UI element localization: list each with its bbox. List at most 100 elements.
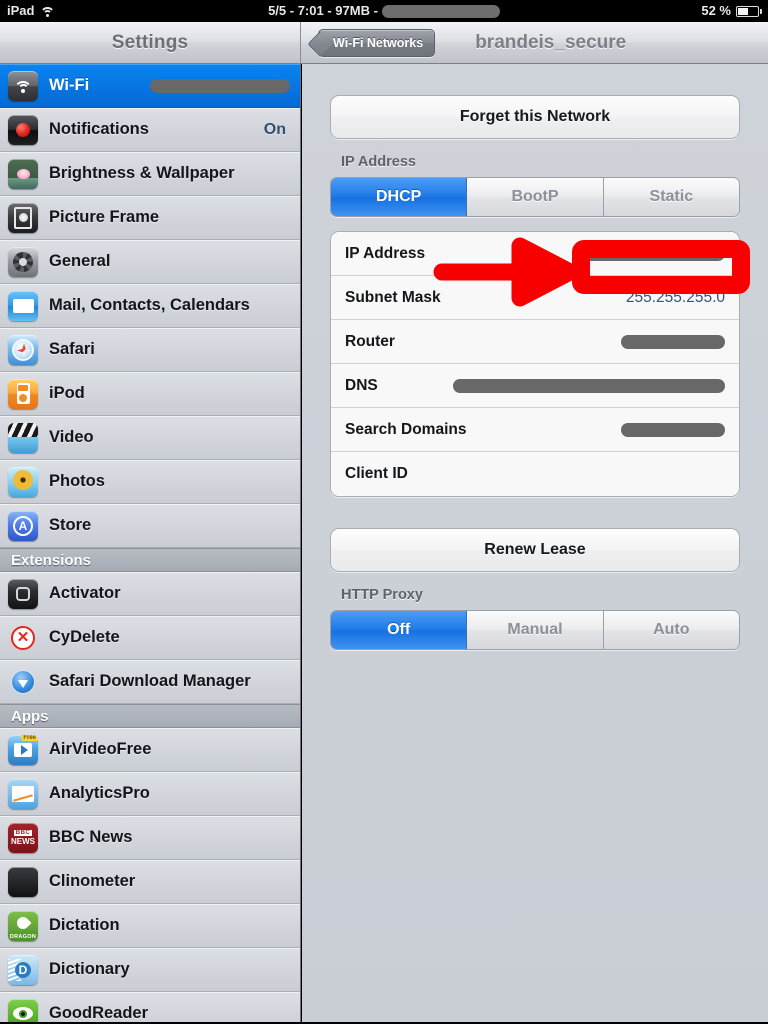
battery-percent-label: 52 % [701,3,731,18]
sidebar-item-store[interactable]: A Store [0,504,300,548]
sidebar-item-value-redaction [150,78,290,93]
ipad-settings-screen: iPad 5/5 - 7:01 - 97MB - 52 % Settings W… [0,0,768,1024]
sidebar-item-label: Dictionary [49,960,130,978]
forget-this-network-button[interactable]: Forget this Network [330,95,740,139]
sidebar-item-goodreader[interactable]: GoodReader [0,992,300,1024]
search-domains-label: Search Domains [345,420,467,438]
table-row-router[interactable]: Router [331,320,739,364]
sidebar-item-clinometer[interactable]: Clinometer [0,860,300,904]
sidebar-item-safari[interactable]: Safari [0,328,300,372]
general-gear-icon [8,246,38,277]
segment-label: DHCP [375,188,422,205]
settings-sidebar[interactable]: Wi-Fi Notifications On Brightness & Wallpap… [0,64,301,1024]
goodreader-icon [8,998,38,1024]
ipod-icon [8,378,38,409]
table-row-ip-address[interactable]: IP Address [331,232,739,276]
sidebar-item-dictation[interactable]: DRAGON Dictation [0,904,300,948]
sidebar-item-label: AnalyticsPro [49,784,150,802]
sidebar-item-notifications[interactable]: Notifications On [0,108,300,152]
forget-this-network-label: Forget this Network [459,108,611,125]
sidebar-item-value: On [263,120,286,138]
ip-address-label: IP Address [345,244,426,262]
segment-label: Off [387,621,411,638]
analyticspro-icon [8,778,38,809]
activator-icon [8,578,38,609]
sidebar-item-label: iPod [49,384,85,402]
sidebar-item-activator[interactable]: Activator [0,572,300,616]
sidebar-item-label: Dictation [49,916,120,934]
sidebar-item-mail-contacts-calendars[interactable]: Mail, Contacts, Calendars [0,284,300,328]
sidebar-item-safari-download-manager[interactable]: Safari Download Manager [0,660,300,704]
ip-mode-segmented-control[interactable]: DHCP BootP Static [330,177,740,217]
segment-dhcp[interactable]: DHCP [331,178,468,216]
picture-frame-icon [8,202,38,233]
bbc-news-icon: BBC NEWS [8,822,38,853]
table-row-dns[interactable]: DNS [331,364,739,408]
sidebar-item-analyticspro[interactable]: AnalyticsPro [0,772,300,816]
back-button-wifi-networks[interactable]: Wi-Fi Networks [318,28,436,57]
detail-navigation-bar: Wi-Fi Networks brandeis_secure [302,22,768,63]
router-label: Router [345,332,395,350]
sidebar-item-ipod[interactable]: iPod [0,372,300,416]
airvideofree-icon: Free [8,734,38,765]
photos-icon [8,466,38,497]
table-row-client-id[interactable]: Client ID [331,452,739,496]
wifi-icon [8,70,38,101]
segment-label: Auto [653,621,690,638]
sidebar-item-general[interactable]: General [0,240,300,284]
network-detail-pane: Forget this Network IP Address DHCP BootP… [302,64,768,1024]
battery-icon [736,5,762,17]
sidebar-item-brightness-wallpaper[interactable]: Brightness & Wallpaper [0,152,300,196]
segment-manual[interactable]: Manual [467,611,604,649]
segment-bootp[interactable]: BootP [467,178,604,216]
ip-details-table: IP Address Subnet Mask 255.255.255.0 Router… [330,231,740,497]
sidebar-item-photos[interactable]: Photos [0,460,300,504]
table-row-search-domains[interactable]: Search Domains [331,408,739,452]
detail-page-title: brandeis_secure [475,31,627,53]
page-title: Settings [111,31,189,53]
sidebar-item-label: Mail, Contacts, Calendars [49,296,250,314]
sidebar-item-cydelete[interactable]: ✕ CyDelete [0,616,300,660]
video-icon [8,422,38,453]
dns-label: DNS [345,376,378,394]
sidebar-item-bbc-news[interactable]: BBC NEWS BBC News [0,816,300,860]
table-row-subnet-mask[interactable]: Subnet Mask 255.255.255.0 [331,276,739,320]
segment-off[interactable]: Off [331,611,468,649]
sidebar-item-airvideofree[interactable]: Free AirVideoFree [0,728,300,772]
segment-label: Manual [507,621,563,638]
sidebar-item-video[interactable]: Video [0,416,300,460]
back-button-label: Wi-Fi Networks [333,35,424,50]
sidebar-item-picture-frame[interactable]: Picture Frame [0,196,300,240]
sidebar-item-label: BBC News [49,828,133,846]
dictionary-icon: D [8,954,38,985]
sidebar-item-label: CyDelete [49,628,120,646]
sidebar-item-label: Safari [49,340,95,358]
status-bar-center: 5/5 - 7:01 - 97MB - [0,0,768,22]
subnet-mask-label: Subnet Mask [345,288,441,306]
sidebar-item-dictionary[interactable]: D Dictionary [0,948,300,992]
sidebar-item-label: AirVideoFree [49,740,152,758]
sidebar-item-label: Brightness & Wallpaper [49,164,235,182]
segment-static[interactable]: Static [603,178,739,216]
http-proxy-group-label: HTTP Proxy [341,587,423,603]
renew-lease-button[interactable]: Renew Lease [330,528,740,572]
app-store-icon: A [8,510,38,541]
sidebar-item-label: Safari Download Manager [49,672,251,690]
sidebar-item-label: Clinometer [49,872,136,890]
router-value-redaction [621,334,725,349]
http-proxy-segmented-control[interactable]: Off Manual Auto [330,610,740,650]
navigation-bar: Settings Wi-Fi Networks brandeis_secure [0,22,768,64]
sidebar-item-label: Video [49,428,94,446]
subnet-mask-value: 255.255.255.0 [625,288,725,306]
sidebar-item-wi-fi[interactable]: Wi-Fi [0,64,300,108]
sidebar-navigation-bar: Settings [0,22,301,63]
sidebar-item-label: Photos [49,472,105,490]
sidebar-item-label: GoodReader [49,1004,149,1022]
sidebar-item-label: General [49,252,111,270]
segment-auto[interactable]: Auto [603,611,739,649]
sidebar-item-label: Picture Frame [49,208,160,226]
sidebar-item-label: Wi-Fi [49,76,90,94]
cydelete-icon: ✕ [8,623,38,653]
status-bar-redaction [381,4,500,18]
dns-value-redaction [453,378,725,393]
